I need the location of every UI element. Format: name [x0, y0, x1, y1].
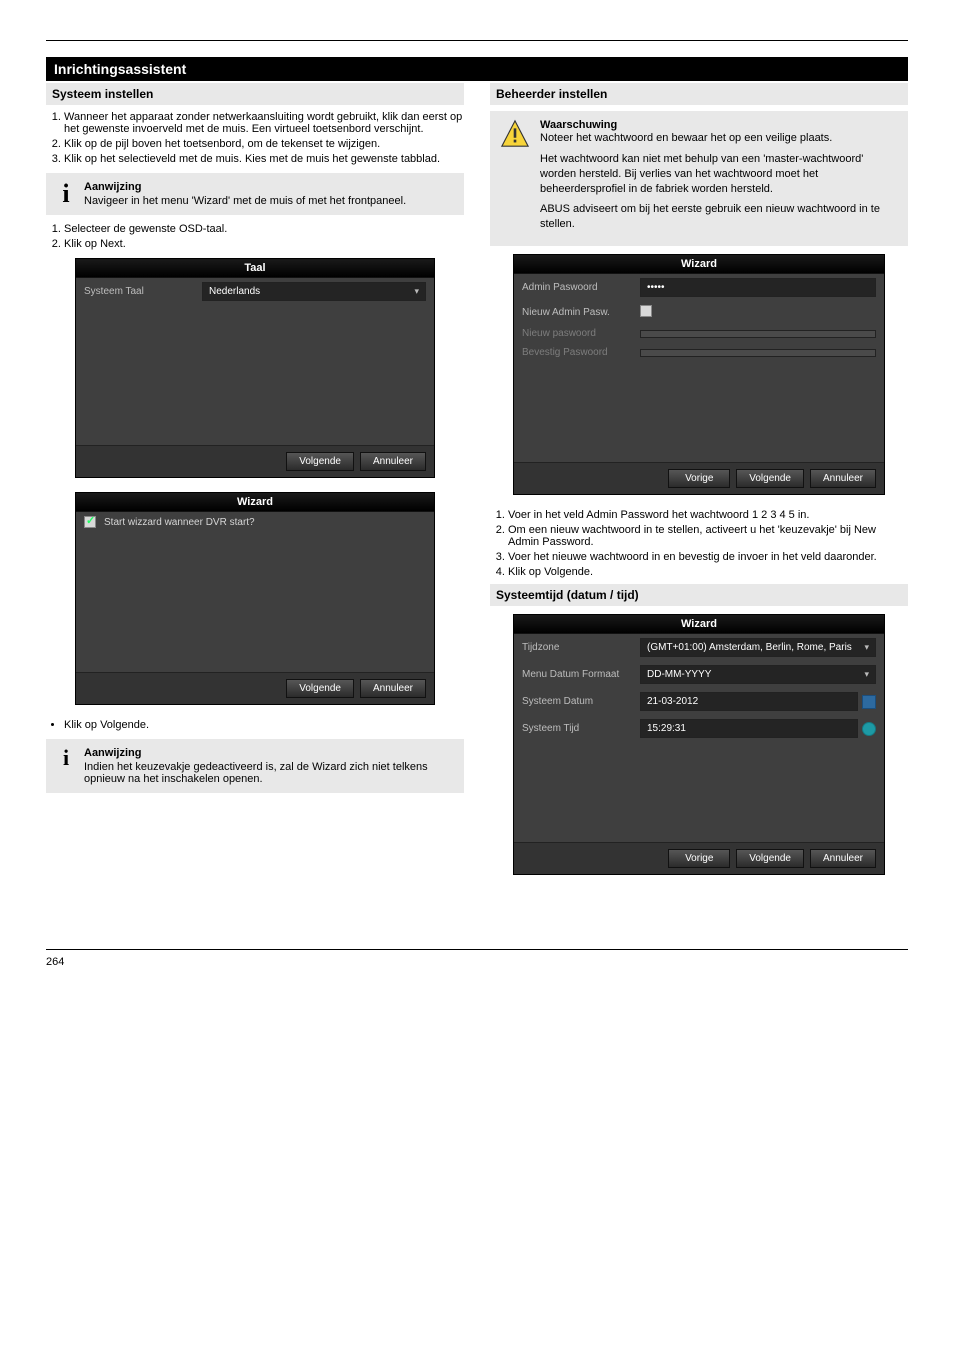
field-label: Tijdzone	[522, 642, 632, 653]
timezone-select[interactable]: (GMT+01:00) Amsterdam, Berlin, Rome, Par…	[640, 638, 876, 657]
select-value: DD-MM-YYYY	[647, 669, 711, 680]
step: Selecteer de gewenste OSD-taal.	[64, 223, 464, 235]
clock-icon[interactable]	[862, 722, 876, 736]
field-label: Nieuw Admin Pasw.	[522, 307, 632, 318]
wizard-start-dialog: Wizard Start wizzard wanneer DVR start? …	[75, 492, 435, 705]
cancel-button[interactable]: Annuleer	[360, 452, 426, 471]
next-button[interactable]: Volgende	[286, 452, 354, 471]
new-password-input	[640, 330, 876, 338]
select-value: (GMT+01:00) Amsterdam, Berlin, Rome, Par…	[647, 642, 852, 653]
field-label: Systeem Tijd	[522, 723, 632, 734]
page-footer: 264	[46, 949, 908, 968]
step: Voer het nieuwe wachtwoord in en bevesti…	[508, 551, 908, 563]
chevron-down-icon: ▾	[414, 286, 419, 297]
field-label: Bevestig Paswoord	[522, 347, 632, 358]
left-heading: Systeem instellen	[46, 83, 464, 105]
dialog-title: Taal	[76, 259, 434, 278]
dialog-title: Wizard	[76, 493, 434, 512]
date-format-select[interactable]: DD-MM-YYYY ▾	[640, 665, 876, 684]
info-text: Navigeer in het menu 'Wizard' met de mui…	[84, 195, 406, 207]
chevron-down-icon: ▾	[864, 669, 869, 680]
bullet: Klik op Volgende.	[64, 719, 464, 731]
taal-dialog: Taal Systeem Taal Nederlands ▾ Volgende …	[75, 258, 435, 478]
cancel-button[interactable]: Annuleer	[810, 469, 876, 488]
info-icon: i	[56, 181, 76, 207]
cancel-button[interactable]: Annuleer	[810, 849, 876, 868]
wizard-time-dialog: Wizard Tijdzone (GMT+01:00) Amsterdam, B…	[513, 614, 885, 875]
admin-password-input[interactable]: •••••	[640, 278, 876, 297]
section-title: Inrichtingsassistent	[46, 57, 908, 81]
warning-line: Het wachtwoord kan niet met behulp van e…	[540, 152, 898, 197]
page-number: 264	[46, 956, 64, 968]
start-wizard-checkbox[interactable]	[84, 516, 96, 528]
field-label: Menu Datum Formaat	[522, 669, 632, 680]
new-admin-password-checkbox[interactable]	[640, 305, 652, 317]
select-value: Nederlands	[209, 286, 260, 297]
checkbox-label: Start wizzard wanneer DVR start?	[104, 517, 255, 528]
right-heading: Beheerder instellen	[490, 83, 908, 105]
field-label: Admin Paswoord	[522, 282, 632, 293]
step: Klik op de pijl boven het toetsenbord, o…	[64, 138, 464, 150]
warning-line: ABUS adviseert om bij het eerste gebruik…	[540, 202, 898, 232]
next-button[interactable]: Volgende	[736, 849, 804, 868]
left-steps-a: Wanneer het apparaat zonder netwerkaansl…	[46, 111, 464, 165]
step: Voer in het veld Admin Password het wach…	[508, 509, 908, 521]
field-label: Systeem Datum	[522, 696, 632, 707]
language-select[interactable]: Nederlands ▾	[202, 282, 426, 301]
field-label: Systeem Taal	[84, 286, 194, 297]
step: Klik op Next.	[64, 238, 464, 250]
previous-button[interactable]: Vorige	[668, 469, 730, 488]
previous-button[interactable]: Vorige	[668, 849, 730, 868]
step: Klik op Volgende.	[508, 566, 908, 578]
info-title: Aanwijzing	[84, 747, 454, 759]
system-date-input[interactable]: 21-03-2012	[640, 692, 858, 711]
info-box-1: i Aanwijzing Navigeer in het menu 'Wizar…	[46, 173, 464, 215]
wizard-admin-dialog: Wizard Admin Paswoord ••••• Nieuw Admin …	[513, 254, 885, 495]
step: Wanneer het apparaat zonder netwerkaansl…	[64, 111, 464, 135]
calendar-icon[interactable]	[862, 695, 876, 709]
top-divider	[46, 40, 908, 41]
info-icon: i	[56, 747, 76, 769]
confirm-password-input	[640, 349, 876, 357]
system-time-input[interactable]: 15:29:31	[640, 719, 858, 738]
step: Klik op het selectieveld met de muis. Ki…	[64, 153, 464, 165]
left-column: Systeem instellen Wanneer het apparaat z…	[46, 83, 464, 889]
cancel-button[interactable]: Annuleer	[360, 679, 426, 698]
left-steps-b: Selecteer de gewenste OSD-taal. Klik op …	[46, 223, 464, 250]
warning-title: Waarschuwing	[540, 119, 617, 131]
time-heading: Systeemtijd (datum / tijd)	[490, 584, 908, 606]
right-column: Beheerder instellen Waarschuwing Noteer …	[490, 83, 908, 889]
next-button[interactable]: Volgende	[286, 679, 354, 698]
next-button[interactable]: Volgende	[736, 469, 804, 488]
info-box-2: i Aanwijzing Indien het keuzevakje gedea…	[46, 739, 464, 793]
info-title: Aanwijzing	[84, 181, 454, 193]
field-label: Nieuw paswoord	[522, 328, 632, 339]
step: Om een nieuw wachtwoord in te stellen, a…	[508, 524, 908, 548]
warning-line: Noteer het wachtwoord en bewaar het op e…	[540, 131, 898, 146]
chevron-down-icon: ▾	[864, 642, 869, 653]
dialog-title: Wizard	[514, 255, 884, 274]
warning-box: Waarschuwing Noteer het wachtwoord en be…	[490, 111, 908, 246]
warning-icon	[500, 119, 530, 152]
right-steps: Voer in het veld Admin Password het wach…	[490, 509, 908, 578]
left-bullets: Klik op Volgende.	[46, 719, 464, 731]
dialog-title: Wizard	[514, 615, 884, 634]
info-text: Indien het keuzevakje gedeactiveerd is, …	[84, 761, 428, 785]
